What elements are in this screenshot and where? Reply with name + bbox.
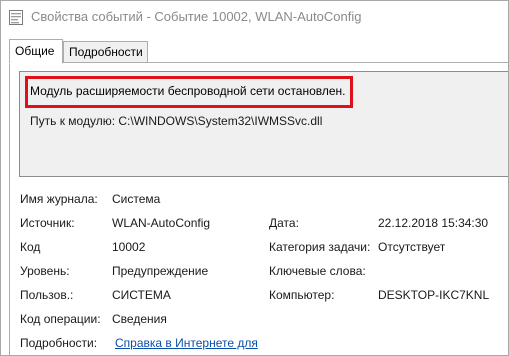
keywords-label: Ключевые слова: — [269, 264, 366, 278]
online-help-link[interactable]: Справка в Интернете для — [115, 336, 258, 350]
task-category-value: Отсутствует — [378, 240, 446, 254]
title-bar[interactable]: Свойства событий - Событие 10002, WLAN-A… — [1, 1, 508, 33]
module-path-text: Путь к модулю: C:\WINDOWS\System32\IWMSS… — [30, 114, 323, 128]
computer-label: Компьютер: — [269, 288, 335, 302]
opcode-label: Код операции: — [20, 312, 101, 326]
highlight-frame — [25, 76, 353, 108]
computer-value: DESKTOP-IKC7KNL — [378, 288, 490, 302]
tab-details[interactable]: Подробности — [63, 41, 148, 63]
event-id-value: 10002 — [112, 240, 146, 254]
event-message-box[interactable]: Модуль расширяемости беспроводной сети о… — [19, 71, 508, 177]
task-category-label: Категория задачи: — [269, 240, 371, 254]
date-label: Дата: — [269, 216, 299, 230]
general-panel: Модуль расширяемости беспроводной сети о… — [9, 62, 508, 355]
opcode-value: Сведения — [112, 312, 167, 326]
event-properties-window: Свойства событий - Событие 10002, WLAN-A… — [0, 0, 509, 356]
source-label: Источник: — [20, 216, 75, 230]
level-label: Уровень: — [20, 264, 70, 278]
log-name-label: Имя журнала: — [20, 192, 98, 206]
level-value: Предупреждение — [112, 264, 209, 278]
log-name-value: Система — [112, 192, 161, 206]
source-value: WLAN-AutoConfig — [112, 216, 211, 230]
date-value: 22.12.2018 15:34:30 — [378, 216, 489, 230]
user-value: СИСТЕМА — [112, 288, 171, 302]
tab-strip: Общие Подробности — [1, 39, 508, 64]
event-id-label: Код — [20, 240, 41, 254]
user-label: Пользов.: — [20, 288, 74, 302]
window-title: Свойства событий - Событие 10002, WLAN-A… — [31, 9, 362, 24]
event-properties-icon — [9, 10, 23, 25]
tab-general[interactable]: Общие — [9, 39, 63, 64]
more-info-label: Подробности: — [20, 336, 98, 350]
